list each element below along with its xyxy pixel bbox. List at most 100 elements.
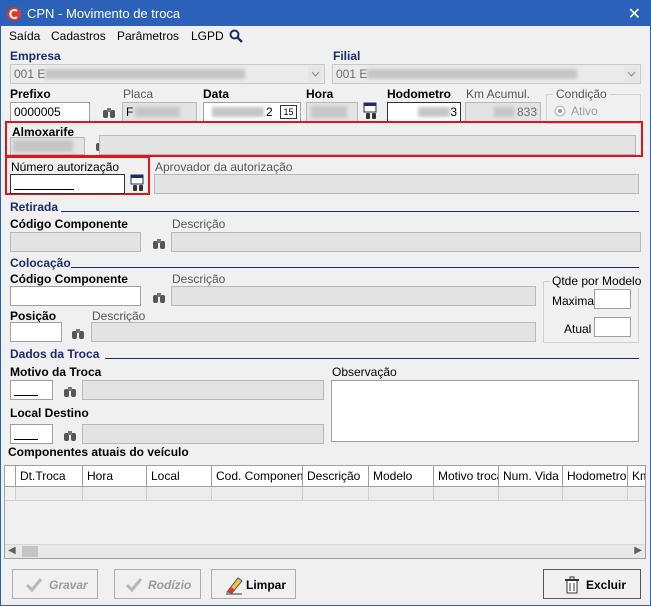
prefixo-label: Prefixo <box>10 87 51 101</box>
posicao-input[interactable] <box>10 322 62 342</box>
table-cell[interactable] <box>147 487 212 501</box>
table-cell[interactable] <box>16 487 83 501</box>
table-cell[interactable] <box>212 487 303 501</box>
posicao-descricao-field <box>91 322 536 342</box>
calendar-search-icon[interactable] <box>363 102 379 120</box>
motivo-troca-input[interactable] <box>10 380 53 400</box>
retirada-section-title: Retirada <box>10 200 59 214</box>
colocacao-divider <box>71 267 639 268</box>
horizontal-scrollbar[interactable]: ◀ ▶ <box>5 544 645 558</box>
grid-header-motivo-troca[interactable]: Motivo troca <box>434 466 499 487</box>
binoculars-icon[interactable] <box>102 107 116 119</box>
gravar-label: Gravar <box>49 578 88 592</box>
qtde-modelo-label: Qtde por Modelo <box>550 274 644 288</box>
prefixo-input[interactable]: 0000005 <box>10 102 90 122</box>
menu-cadastros[interactable]: Cadastros <box>51 29 106 43</box>
table-cell[interactable] <box>303 487 369 501</box>
grid-header-num-vida[interactable]: Num. Vida <box>499 466 563 487</box>
local-destino-input[interactable] <box>10 424 53 444</box>
table-cell[interactable] <box>434 487 499 501</box>
menu-lgpd[interactable]: LGPD <box>191 29 224 43</box>
colocacao-codigo-input[interactable] <box>10 286 141 306</box>
data-input[interactable]: 2 15 <box>203 102 301 122</box>
numero-autorizacao-input[interactable] <box>10 174 125 194</box>
binoculars-icon[interactable] <box>152 238 166 250</box>
empresa-label: Empresa <box>10 49 61 63</box>
table-cell[interactable] <box>628 487 645 501</box>
placa-label: Placa <box>123 87 154 101</box>
empresa-select[interactable]: 001 E <box>10 64 325 84</box>
scroll-left-icon[interactable]: ◀ <box>8 545 16 556</box>
grid-header-local[interactable]: Local <box>147 466 212 487</box>
km-acumul-label: Km Acumul. <box>466 87 531 101</box>
filial-label: Filial <box>333 49 361 63</box>
km-acumul-value: 833 <box>516 105 537 119</box>
eraser-icon <box>226 577 243 595</box>
observacao-textarea[interactable] <box>331 380 639 442</box>
grid-header-modelo[interactable]: Modelo <box>369 466 434 487</box>
filial-select[interactable]: 001 E <box>332 64 641 84</box>
table-cell[interactable] <box>369 487 434 501</box>
aprovador-field <box>154 174 639 194</box>
hodometro-input[interactable]: 3 <box>387 102 461 122</box>
menu-parametros[interactable]: Parâmetros <box>117 29 179 43</box>
rodizio-button[interactable]: Rodízio <box>114 569 201 599</box>
grid-row-indicator-header <box>5 466 16 487</box>
observacao-label: Observação <box>332 365 397 379</box>
data-label: Data <box>203 87 230 101</box>
chevron-down-icon[interactable] <box>624 66 639 82</box>
motivo-troca-label: Motivo da Troca <box>10 365 102 379</box>
check-icon <box>125 578 143 593</box>
grid-header-hodometro-v[interactable]: Hodometro V <box>563 466 628 487</box>
almoxarife-code-input[interactable] <box>10 137 85 155</box>
binoculars-icon[interactable] <box>152 292 166 304</box>
close-icon[interactable]: ✕ <box>628 4 641 24</box>
app-window: CPN - Movimento de troca ✕ Saída Cadastr… <box>0 0 651 606</box>
grid-header-cod-componente[interactable]: Cod. Componente <box>212 466 303 487</box>
local-destino-descricao-field <box>82 424 324 444</box>
maxima-input[interactable] <box>594 289 631 309</box>
table-cell[interactable] <box>83 487 147 501</box>
filial-redacted <box>367 69 577 79</box>
placa-value: F <box>126 105 134 119</box>
aprovador-label: Aprovador da autorização <box>155 160 293 174</box>
ativo-label: Ativo <box>571 104 598 118</box>
grid-header-descricao[interactable]: Descrição <box>303 466 369 487</box>
search-icon[interactable] <box>229 29 243 43</box>
binoculars-icon[interactable] <box>63 430 77 442</box>
scrollbar-thumb[interactable] <box>22 546 38 557</box>
km-acumul-field: 833 <box>465 102 541 122</box>
input-underline <box>14 439 38 440</box>
menu-saida[interactable]: Saída <box>9 29 40 43</box>
table-cell[interactable] <box>563 487 628 501</box>
ativo-radio[interactable] <box>554 105 566 117</box>
grid-header-km[interactable]: Km <box>628 466 645 487</box>
table-cell[interactable] <box>499 487 563 501</box>
trash-icon <box>565 576 579 594</box>
retirada-codigo-input[interactable] <box>10 232 141 252</box>
almoxarife-name-field <box>99 135 636 155</box>
calendar-icon[interactable]: 15 <box>280 105 297 119</box>
binoculars-icon[interactable] <box>63 386 77 398</box>
hora-label: Hora <box>306 87 334 101</box>
gravar-button[interactable]: Gravar <box>12 569 98 599</box>
atual-input[interactable] <box>594 317 631 337</box>
chevron-down-icon[interactable] <box>308 66 323 82</box>
grid-header-hora[interactable]: Hora <box>83 466 147 487</box>
excluir-button[interactable]: Excluir <box>543 569 641 599</box>
calendar-search-icon[interactable] <box>130 174 146 192</box>
componentes-grid[interactable]: Dt.Troca Hora Local Cod. Componente Desc… <box>4 465 646 559</box>
placa-field: F <box>122 102 197 122</box>
hodometro-label: Hodometro <box>387 87 451 101</box>
km-redacted <box>494 107 514 117</box>
scroll-right-icon[interactable]: ▶ <box>634 545 642 556</box>
local-destino-label: Local Destino <box>10 406 89 420</box>
colocacao-descricao-field <box>171 286 536 306</box>
grid-header-dt-troca[interactable]: Dt.Troca <box>16 466 83 487</box>
binoculars-icon[interactable] <box>71 328 85 340</box>
numero-autorizacao-label: Número autorização <box>11 160 120 174</box>
limpar-button[interactable]: Limpar <box>211 569 296 599</box>
atual-label: Atual <box>564 322 592 336</box>
condicao-label: Condição <box>553 87 610 101</box>
hodometro-redacted <box>418 107 450 117</box>
